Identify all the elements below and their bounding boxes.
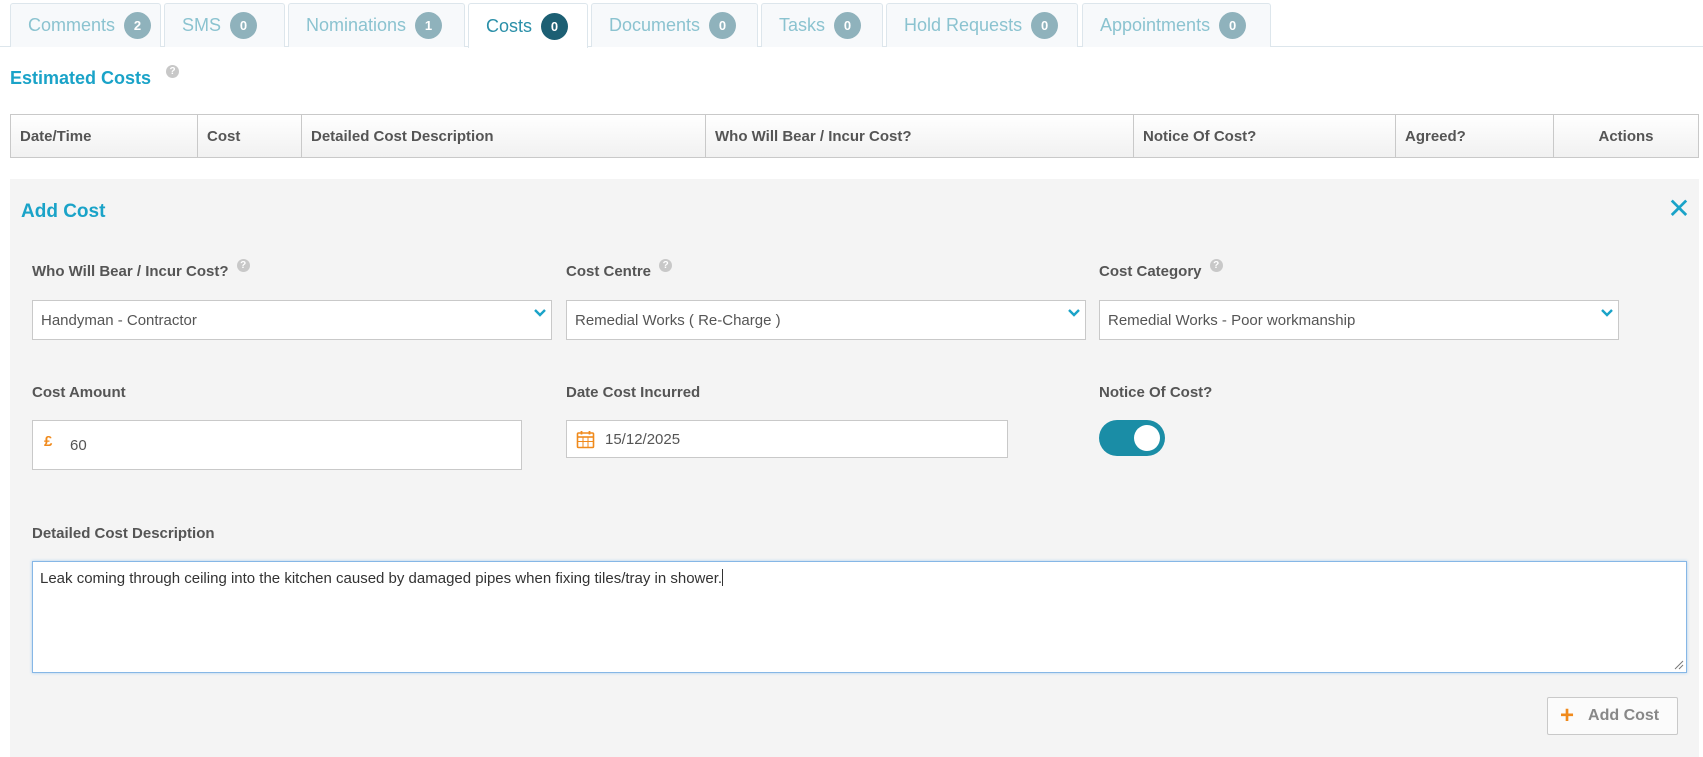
tab-label: Hold Requests <box>904 15 1023 35</box>
column-header-date-time[interactable]: Date/Time <box>11 115 198 157</box>
tab-label: Costs <box>486 15 533 36</box>
add-cost-title: Add Cost <box>21 201 106 222</box>
calendar-icon <box>576 430 595 448</box>
tab-label: Comments <box>28 15 116 35</box>
tab-count-badge: 0 <box>1219 12 1247 39</box>
description-value: Leak coming through ceiling into the kit… <box>40 570 723 587</box>
close-icon[interactable]: ✕ <box>1667 195 1691 223</box>
cost-category-select[interactable]: Remedial Works - Poor workmanship <box>1099 300 1619 340</box>
column-header-description[interactable]: Detailed Cost Description <box>302 115 706 157</box>
plus-icon: + <box>1560 702 1575 729</box>
date-incurred-input[interactable]: 15/12/2025 <box>566 420 1008 458</box>
chevron-down-icon <box>534 309 546 317</box>
cost-amount-value: 60 <box>70 436 87 454</box>
who-bears-select[interactable]: Handyman - Contractor <box>32 300 552 340</box>
estimated-costs-title-text: Estimated Costs <box>10 68 152 88</box>
description-textarea[interactable]: Leak coming through ceiling into the kit… <box>32 561 1687 673</box>
add-cost-panel: Add Cost ✕ Who Will Bear / Incur Cost? ?… <box>10 179 1699 757</box>
estimated-costs-table-header: Date/Time Cost Detailed Cost Description… <box>10 114 1699 158</box>
help-icon[interactable]: ? <box>166 65 179 78</box>
notice-of-cost-toggle[interactable] <box>1099 420 1165 456</box>
tab-appointments[interactable]: Appointments 0 <box>1082 3 1271 47</box>
cost-centre-label-text: Cost Centre <box>566 263 652 280</box>
column-header-notice-of-cost[interactable]: Notice Of Cost? <box>1134 115 1396 157</box>
cost-centre-select[interactable]: Remedial Works ( Re-Charge ) <box>566 300 1086 340</box>
tab-sms[interactable]: SMS 0 <box>164 3 285 47</box>
cost-amount-label: Cost Amount <box>32 384 126 401</box>
help-icon[interactable]: ? <box>659 259 673 272</box>
who-bears-value: Handyman - Contractor <box>41 311 197 329</box>
column-header-agreed[interactable]: Agreed? <box>1396 115 1554 157</box>
cost-category-value: Remedial Works - Poor workmanship <box>1108 311 1356 329</box>
column-header-who-bears[interactable]: Who Will Bear / Incur Cost? <box>706 115 1134 157</box>
tab-count-badge: 0 <box>709 12 737 39</box>
tab-costs[interactable]: Costs 0 <box>468 3 588 48</box>
help-icon[interactable]: ? <box>236 259 250 272</box>
tab-documents[interactable]: Documents 0 <box>591 3 758 47</box>
cost-category-label: Cost Category ? <box>1099 259 1223 280</box>
cost-amount-input[interactable]: £ 60 <box>32 420 522 470</box>
toggle-knob <box>1134 425 1160 451</box>
add-cost-button[interactable]: + Add Cost <box>1547 697 1678 735</box>
cost-centre-value: Remedial Works ( Re-Charge ) <box>575 311 781 329</box>
pound-icon: £ <box>44 432 53 450</box>
tab-count-badge: 1 <box>415 12 443 39</box>
help-icon[interactable]: ? <box>1209 259 1223 272</box>
chevron-down-icon <box>1601 309 1613 317</box>
tab-count-badge: 0 <box>230 12 258 39</box>
tab-bar: Comments 2 SMS 0 Nominations 1 Costs 0 D… <box>0 0 1703 48</box>
chevron-down-icon <box>1068 309 1080 317</box>
date-incurred-label: Date Cost Incurred <box>566 384 701 401</box>
resize-grip-icon[interactable] <box>1674 660 1684 670</box>
tab-label: Nominations <box>306 15 407 35</box>
date-incurred-value: 15/12/2025 <box>605 430 681 448</box>
tab-count-badge: 0 <box>541 12 569 40</box>
tab-label: SMS <box>182 15 222 35</box>
tab-count-badge: 0 <box>834 12 862 39</box>
tab-comments[interactable]: Comments 2 <box>10 3 161 47</box>
tab-tasks[interactable]: Tasks 0 <box>761 3 883 47</box>
description-label: Detailed Cost Description <box>32 525 215 542</box>
tab-nominations[interactable]: Nominations 1 <box>288 3 465 47</box>
tab-count-badge: 0 <box>1031 12 1059 39</box>
tab-count-badge: 2 <box>124 12 152 39</box>
who-bears-label: Who Will Bear / Incur Cost? ? <box>32 259 250 280</box>
cost-category-label-text: Cost Category <box>1099 263 1202 280</box>
tab-label: Appointments <box>1100 15 1211 35</box>
column-header-actions: Actions <box>1598 127 1654 145</box>
tab-hold-requests[interactable]: Hold Requests 0 <box>886 3 1078 47</box>
cost-centre-label: Cost Centre ? <box>566 259 673 280</box>
column-header-cost[interactable]: Cost <box>198 115 302 157</box>
who-bears-label-text: Who Will Bear / Incur Cost? <box>32 263 229 280</box>
estimated-costs-title: Estimated Costs ? <box>10 65 179 89</box>
tab-label: Tasks <box>779 15 826 35</box>
notice-of-cost-label: Notice Of Cost? <box>1099 384 1213 401</box>
text-caret <box>722 569 724 586</box>
add-cost-button-label: Add Cost <box>1588 707 1660 724</box>
tab-label: Documents <box>609 15 701 35</box>
